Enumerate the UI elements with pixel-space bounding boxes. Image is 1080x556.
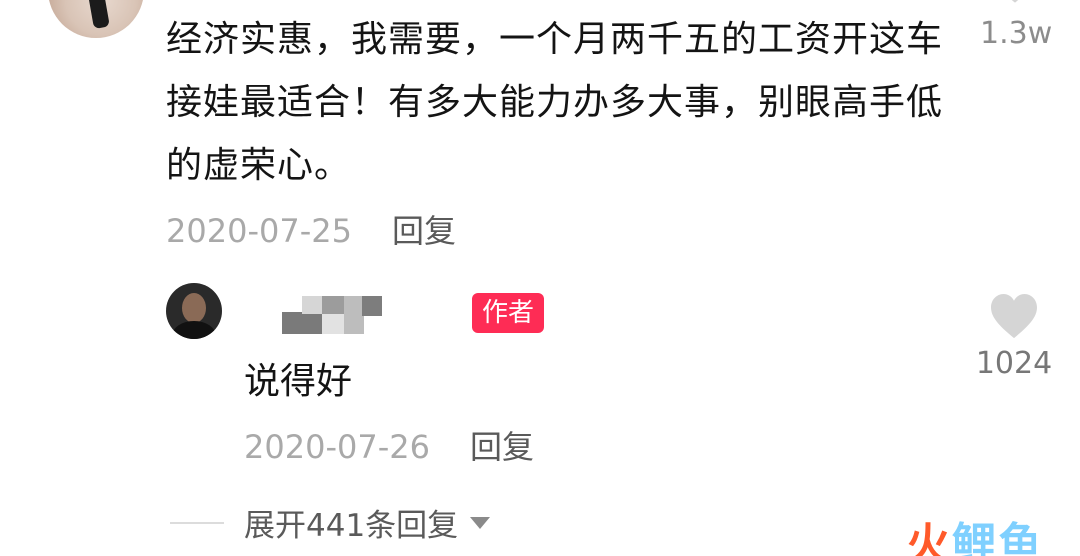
reply-meta: 2020-07-26 回复 bbox=[244, 422, 534, 468]
watermark-text-2: 鲤鱼 bbox=[952, 519, 1044, 556]
reply-date: 2020-07-26 bbox=[244, 428, 430, 466]
heart-icon bbox=[1011, 0, 1019, 3]
author-name-pixelated[interactable] bbox=[282, 296, 382, 336]
watermark-logo: 火鲤鱼 bbox=[906, 508, 1044, 556]
comment-date: 2020-07-25 bbox=[166, 212, 352, 250]
commenter-avatar[interactable] bbox=[48, 0, 144, 38]
comment-like-button[interactable]: 1.3w bbox=[980, 0, 1053, 51]
author-badge: 作者 bbox=[472, 293, 545, 333]
comment-meta: 2020-07-25 回复 bbox=[166, 206, 456, 252]
comment-text: 经济实惠，我需要，一个月两千五的工资开这车接娃最适合！有多大能力办多大事，别眼高… bbox=[166, 19, 944, 186]
chevron-down-icon bbox=[470, 516, 491, 529]
comment-reply-button[interactable]: 回复 bbox=[392, 212, 456, 250]
author-avatar[interactable] bbox=[166, 283, 222, 339]
watermark-text-1: 火 bbox=[906, 519, 952, 556]
reply-like-button[interactable]: 1024 bbox=[972, 294, 1056, 381]
reply-reply-button[interactable]: 回复 bbox=[470, 428, 534, 466]
expand-replies-button[interactable]: 展开441条回复 bbox=[170, 500, 491, 545]
reply-text: 说得好 bbox=[244, 361, 353, 402]
reply-like-count: 1024 bbox=[975, 346, 1053, 381]
expand-replies-label: 展开441条回复 bbox=[244, 508, 459, 544]
avatar-face bbox=[182, 293, 206, 323]
avatar-body bbox=[172, 321, 216, 339]
avatar-detail bbox=[86, 0, 110, 30]
heart-icon bbox=[991, 294, 1037, 339]
divider bbox=[170, 521, 224, 524]
comment-like-count: 1.3w bbox=[980, 16, 1053, 51]
